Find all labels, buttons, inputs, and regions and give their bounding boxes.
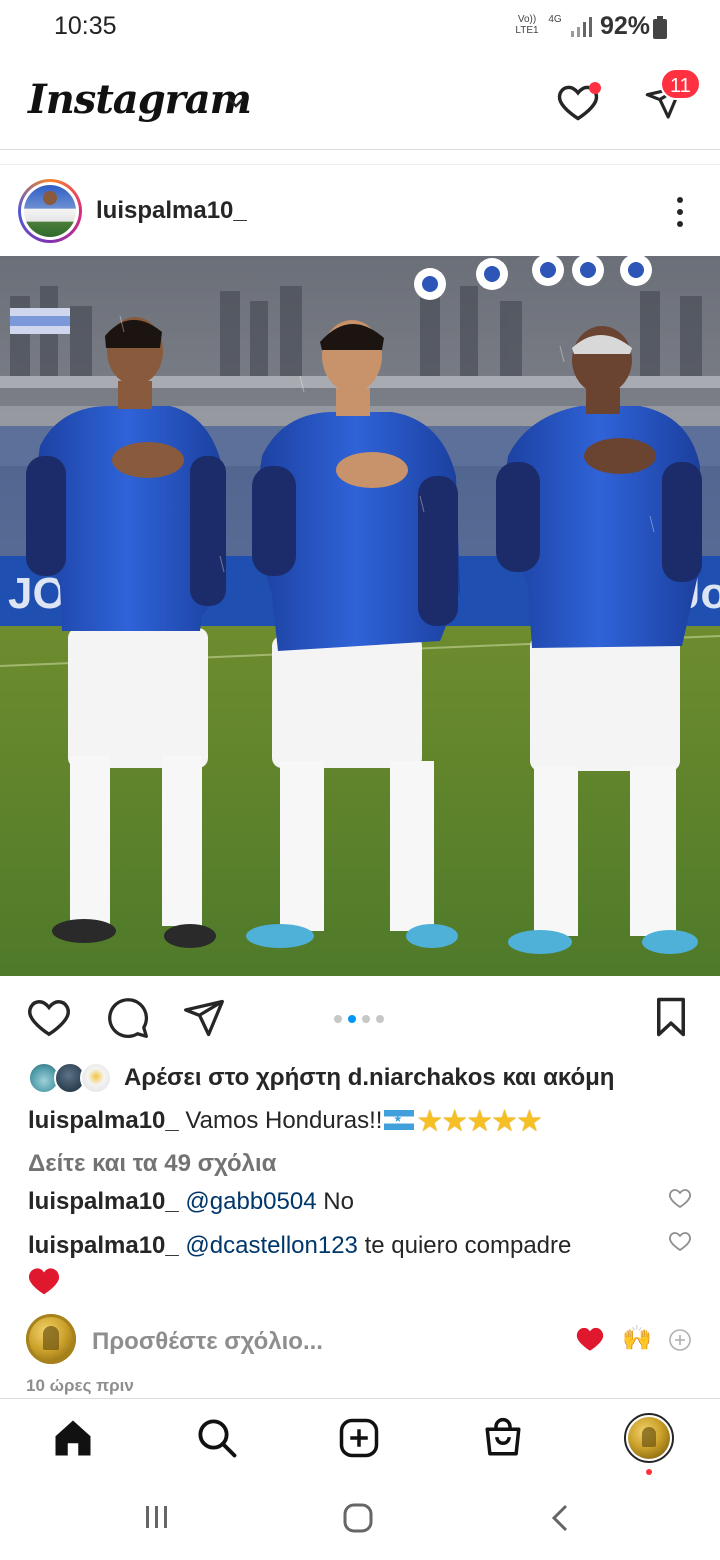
add-comment-row: Προσθέστε σχόλιο... 🙌 (0, 1314, 720, 1368)
share-icon[interactable] (182, 996, 226, 1040)
comment-username[interactable]: luispalma10_ (28, 1188, 179, 1215)
post-actions (0, 982, 720, 1046)
carousel-indicator (334, 1010, 390, 1028)
comment-like-icon[interactable] (668, 1230, 692, 1252)
red-heart-icon[interactable] (576, 1326, 604, 1352)
plus-icon[interactable] (668, 1328, 692, 1352)
view-all-comments-link[interactable]: Δείτε και τα 49 σχόλια (28, 1150, 276, 1178)
caption-username[interactable]: luispalma10_ (28, 1107, 179, 1134)
like-icon[interactable] (26, 996, 72, 1038)
carousel-dot-active (348, 1015, 356, 1023)
more-options-icon[interactable] (668, 197, 692, 229)
post-caption: luispalma10_ Vamos Honduras!! ★ ★★★★ (28, 1104, 543, 1139)
players-photo: JO ia Jo (0, 256, 720, 976)
bottom-nav (0, 1398, 720, 1482)
profile-avatar[interactable] (624, 1413, 674, 1463)
status-time: 10:35 (54, 12, 117, 40)
carousel-dot (362, 1015, 370, 1023)
shop-icon[interactable] (482, 1417, 524, 1459)
red-heart-emoji-icon (28, 1268, 60, 1295)
avatar (24, 185, 76, 237)
likes-text: Αρέσει στο χρήστη d.niarchakos και ακόμη (124, 1064, 615, 1091)
search-icon[interactable] (196, 1417, 238, 1459)
liker-avatars (28, 1060, 118, 1096)
app-header: Instagram 11 (0, 60, 720, 150)
home-button-icon[interactable] (342, 1502, 374, 1534)
liker-avatar (80, 1062, 112, 1094)
post-username[interactable]: luispalma10_ (96, 197, 247, 225)
comment-row: luispalma10_ @gabb0504 No (28, 1188, 354, 1216)
comment-like-icon[interactable] (668, 1187, 692, 1209)
post-timestamp: 10 ώρες πριν (26, 1376, 134, 1395)
create-icon[interactable] (338, 1417, 380, 1459)
network-label: Vo)) LTE1 (515, 14, 539, 36)
system-navigation-bar (0, 1482, 720, 1560)
chevron-down-icon[interactable] (226, 96, 246, 110)
avatar (628, 1417, 670, 1459)
carousel-dot (376, 1015, 384, 1023)
back-icon[interactable] (548, 1502, 572, 1534)
status-bar: 10:35 Vo)) LTE1 4G 92% (0, 0, 720, 54)
comment-text: te quiero compadre (357, 1232, 572, 1259)
add-comment-input[interactable]: Προσθέστε σχόλιο... (92, 1328, 323, 1356)
instagram-logo[interactable]: Instagram (28, 76, 252, 123)
comment-icon[interactable] (106, 996, 150, 1040)
comment-mention[interactable]: @dcastellon123 (185, 1232, 357, 1259)
comment-mention[interactable]: @gabb0504 (185, 1188, 316, 1215)
recents-icon[interactable] (142, 1502, 172, 1532)
comment-row: luispalma10_ @dcastellon123 te quiero co… (28, 1232, 571, 1260)
activity-dot (646, 1469, 652, 1475)
raised-hands-icon[interactable]: 🙌 (622, 1324, 652, 1353)
avatar-border (21, 182, 79, 240)
battery-icon (653, 16, 667, 39)
bookmark-icon[interactable] (652, 996, 690, 1038)
star-emoji-icons: ★★★★★ (416, 1105, 542, 1138)
current-user-avatar (26, 1314, 76, 1364)
comment-username[interactable]: luispalma10_ (28, 1232, 179, 1259)
comment-text: No (316, 1188, 354, 1215)
home-icon[interactable] (52, 1417, 94, 1459)
carousel-dot (334, 1015, 342, 1023)
caption-text: Vamos Honduras!! (185, 1107, 383, 1134)
signal-icon (571, 17, 592, 37)
honduras-flag-icon (384, 1110, 415, 1130)
messages-badge: 11 (660, 68, 701, 100)
post-header: luispalma10_ (0, 164, 720, 256)
post-image[interactable]: JO ia Jo (0, 256, 720, 976)
battery-percentage: 92% (600, 12, 651, 40)
likes-summary[interactable]: Αρέσει στο χρήστη d.niarchakos και ακόμη (28, 1060, 708, 1096)
network-type: 4G (548, 14, 562, 25)
story-avatar[interactable] (18, 179, 82, 243)
notification-dot (589, 82, 601, 94)
